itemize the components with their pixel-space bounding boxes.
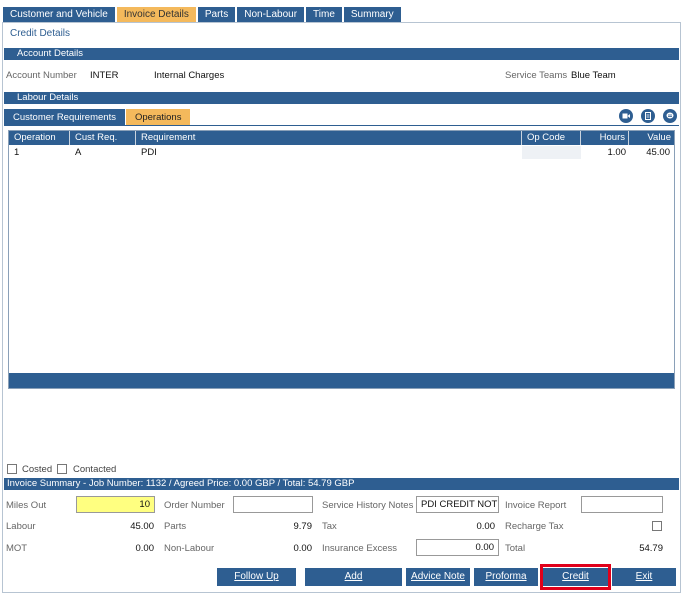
subtab-customer-requirements[interactable]: Customer Requirements <box>4 109 125 126</box>
credit-button-highlight <box>540 564 611 590</box>
insurance-excess-input[interactable]: 0.00 <box>416 539 499 556</box>
parts-value: 9.79 <box>293 521 313 532</box>
order-number-label: Order Number <box>164 500 225 511</box>
proforma-button[interactable]: Proforma <box>474 568 538 586</box>
order-number-input[interactable] <box>233 496 313 513</box>
column-op-code[interactable]: Op Code <box>522 131 581 145</box>
recharge-tax-checkbox[interactable] <box>652 521 662 531</box>
contacted-checkbox[interactable] <box>57 464 67 474</box>
note-icon[interactable] <box>663 109 677 123</box>
tab-customer-and-vehicle[interactable]: Customer and Vehicle <box>3 7 115 22</box>
document-icon[interactable] <box>641 109 655 123</box>
grid-header: Operation Cust Req. Requirement Op Code … <box>9 131 674 145</box>
mot-value: 0.00 <box>135 543 155 554</box>
cell-requirement: PDI <box>141 147 157 158</box>
labour-subtabs: Customer Requirements Operations <box>4 109 191 126</box>
operations-grid: Operation Cust Req. Requirement Op Code … <box>8 130 675 389</box>
service-team-value: Blue Team <box>571 70 616 81</box>
cell-operation: 1 <box>14 147 20 158</box>
non-labour-value: 0.00 <box>293 543 313 554</box>
contacted-label: Contacted <box>73 464 117 475</box>
account-number-value: INTER <box>90 70 119 81</box>
tab-parts[interactable]: Parts <box>197 7 236 22</box>
follow-up-button[interactable]: Follow Up <box>217 568 296 586</box>
tax-value: 0.00 <box>476 521 496 532</box>
column-cust-req[interactable]: Cust Req. <box>70 131 136 145</box>
account-number-label: Account Number <box>6 70 77 81</box>
exit-button[interactable]: Exit <box>612 568 676 586</box>
subtab-operations[interactable]: Operations <box>125 109 191 126</box>
total-value: 54.79 <box>639 543 663 554</box>
costed-label: Costed <box>22 464 53 475</box>
labour-details-header: Labour Details <box>4 92 679 104</box>
miles-out-input[interactable]: 10 <box>76 496 155 513</box>
column-operation[interactable]: Operation <box>9 131 70 145</box>
cell-cust-req: A <box>75 147 82 158</box>
tax-label: Tax <box>322 521 337 532</box>
cell-value: 45.00 <box>646 147 670 158</box>
invoice-summary-header: Invoice Summary - Job Number: 1132 / Agr… <box>4 478 679 490</box>
cell-hours: 1.00 <box>607 147 627 158</box>
parts-label: Parts <box>164 521 187 532</box>
service-history-notes-input[interactable]: PDI CREDIT NOTE <box>416 496 499 513</box>
add-button[interactable]: Add <box>305 568 402 586</box>
total-label: Total <box>505 543 526 554</box>
tab-summary[interactable]: Summary <box>343 7 401 22</box>
page-title: Credit Details <box>10 28 71 39</box>
tab-non-labour[interactable]: Non-Labour <box>237 7 305 22</box>
video-icon[interactable] <box>619 109 633 123</box>
tab-invoice-details[interactable]: Invoice Details <box>116 7 196 22</box>
advice-note-button[interactable]: Advice Note <box>406 568 470 586</box>
column-requirement[interactable]: Requirement <box>136 131 522 145</box>
labour-value: 45.00 <box>130 521 154 532</box>
account-details-header: Account Details <box>4 48 679 60</box>
recharge-tax-label: Recharge Tax <box>505 521 564 532</box>
account-name-value: Internal Charges <box>154 70 225 81</box>
main-tabs: Customer and Vehicle Invoice Details Par… <box>3 7 403 22</box>
service-history-notes-label: Service History Notes <box>322 500 414 511</box>
grid-footer <box>9 373 674 388</box>
service-teams-label: Service Teams <box>505 70 568 81</box>
insurance-excess-label: Insurance Excess <box>322 543 397 554</box>
column-value[interactable]: Value <box>629 131 674 145</box>
non-labour-label: Non-Labour <box>164 543 215 554</box>
cell-op-code <box>522 146 581 159</box>
miles-out-label: Miles Out <box>6 500 47 511</box>
tab-time[interactable]: Time <box>306 7 342 22</box>
invoice-report-input[interactable] <box>581 496 663 513</box>
costed-checkbox[interactable] <box>7 464 17 474</box>
labour-label: Labour <box>6 521 36 532</box>
subtabs-divider <box>4 125 679 126</box>
column-hours[interactable]: Hours <box>581 131 629 145</box>
mot-label: MOT <box>6 543 28 554</box>
invoice-report-label: Invoice Report <box>505 500 567 511</box>
